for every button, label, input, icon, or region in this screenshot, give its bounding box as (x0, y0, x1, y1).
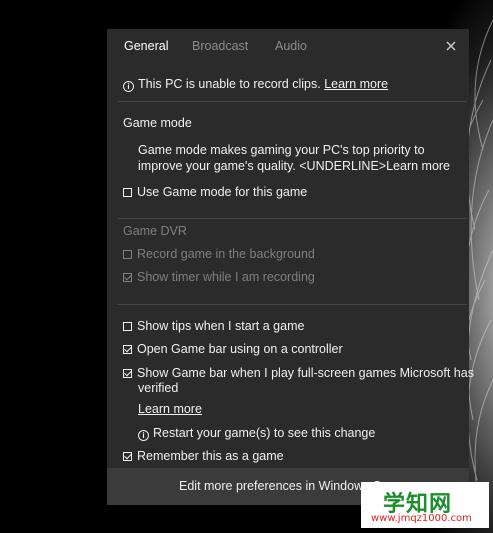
tab-audio[interactable]: Audio (275, 39, 307, 53)
remember-game-label: Remember this as a game (137, 449, 284, 463)
checkbox-icon (123, 188, 132, 197)
game-mode-description-line2: improve your game's quality. <UNDERLINE>… (138, 159, 451, 173)
checkbox-checked-icon (123, 369, 132, 378)
restart-note-text: Restart your game(s) to see this change (153, 426, 376, 440)
show-tips-checkbox[interactable]: Show tips when I start a game (123, 319, 304, 334)
game-mode-heading: Game mode (123, 116, 192, 130)
use-game-mode-checkbox[interactable]: Use Game mode for this game (123, 185, 307, 200)
info-icon: i (138, 430, 149, 441)
game-bar-settings-panel: General Broadcast Audio i This PC is unab… (107, 29, 474, 505)
divider (117, 218, 467, 219)
site-watermark: 学知网 www.jmqz1000.com (361, 482, 489, 528)
learn-more-link[interactable]: Learn more (324, 77, 388, 91)
tab-broadcast[interactable]: Broadcast (192, 39, 248, 53)
checkbox-icon (123, 322, 132, 331)
controller-checkbox[interactable]: Open Game bar using on a controller (123, 342, 343, 357)
edit-preferences-label: Edit more preferences in Windows Se (179, 479, 389, 493)
tab-bar: General Broadcast Audio (107, 29, 469, 62)
fullscreen-label-line1: Show Game bar when I play full-screen ga… (137, 366, 474, 380)
record-notice: i This PC is unable to record clips. Lear… (123, 77, 388, 92)
watermark-url: www.jmqz1000.com (371, 513, 472, 524)
use-game-mode-label: Use Game mode for this game (137, 185, 308, 199)
info-icon: i (123, 81, 134, 92)
controller-label: Open Game bar using on a controller (137, 342, 343, 356)
record-background-label: Record game in the background (137, 247, 315, 261)
learn-more-link[interactable]: Learn more (138, 402, 202, 417)
fullscreen-label-line2: verified (138, 381, 179, 395)
divider (117, 304, 467, 305)
checkbox-checked-icon (123, 345, 132, 354)
checkbox-icon (123, 250, 132, 259)
show-timer-label: Show timer while I am recording (137, 270, 315, 284)
game-dvr-heading: Game DVR (123, 224, 187, 238)
restart-note: i Restart your game(s) to see this change (138, 426, 375, 441)
show-timer-checkbox[interactable]: Show timer while I am recording (123, 270, 315, 285)
fullscreen-checkbox[interactable]: Show Game bar when I play full-screen ga… (123, 366, 474, 381)
divider (117, 101, 467, 102)
checkbox-checked-icon (123, 452, 132, 461)
record-background-checkbox[interactable]: Record game in the background (123, 247, 315, 262)
show-tips-label: Show tips when I start a game (137, 319, 305, 333)
record-notice-text: This PC is unable to record clips. (138, 77, 325, 91)
checkbox-checked-icon (123, 273, 132, 282)
remember-game-checkbox[interactable]: Remember this as a game (123, 449, 284, 464)
close-icon[interactable] (443, 38, 459, 54)
game-mode-description-line1: Game mode makes gaming your PC's top pri… (138, 143, 425, 157)
tab-general[interactable]: General (124, 39, 168, 53)
